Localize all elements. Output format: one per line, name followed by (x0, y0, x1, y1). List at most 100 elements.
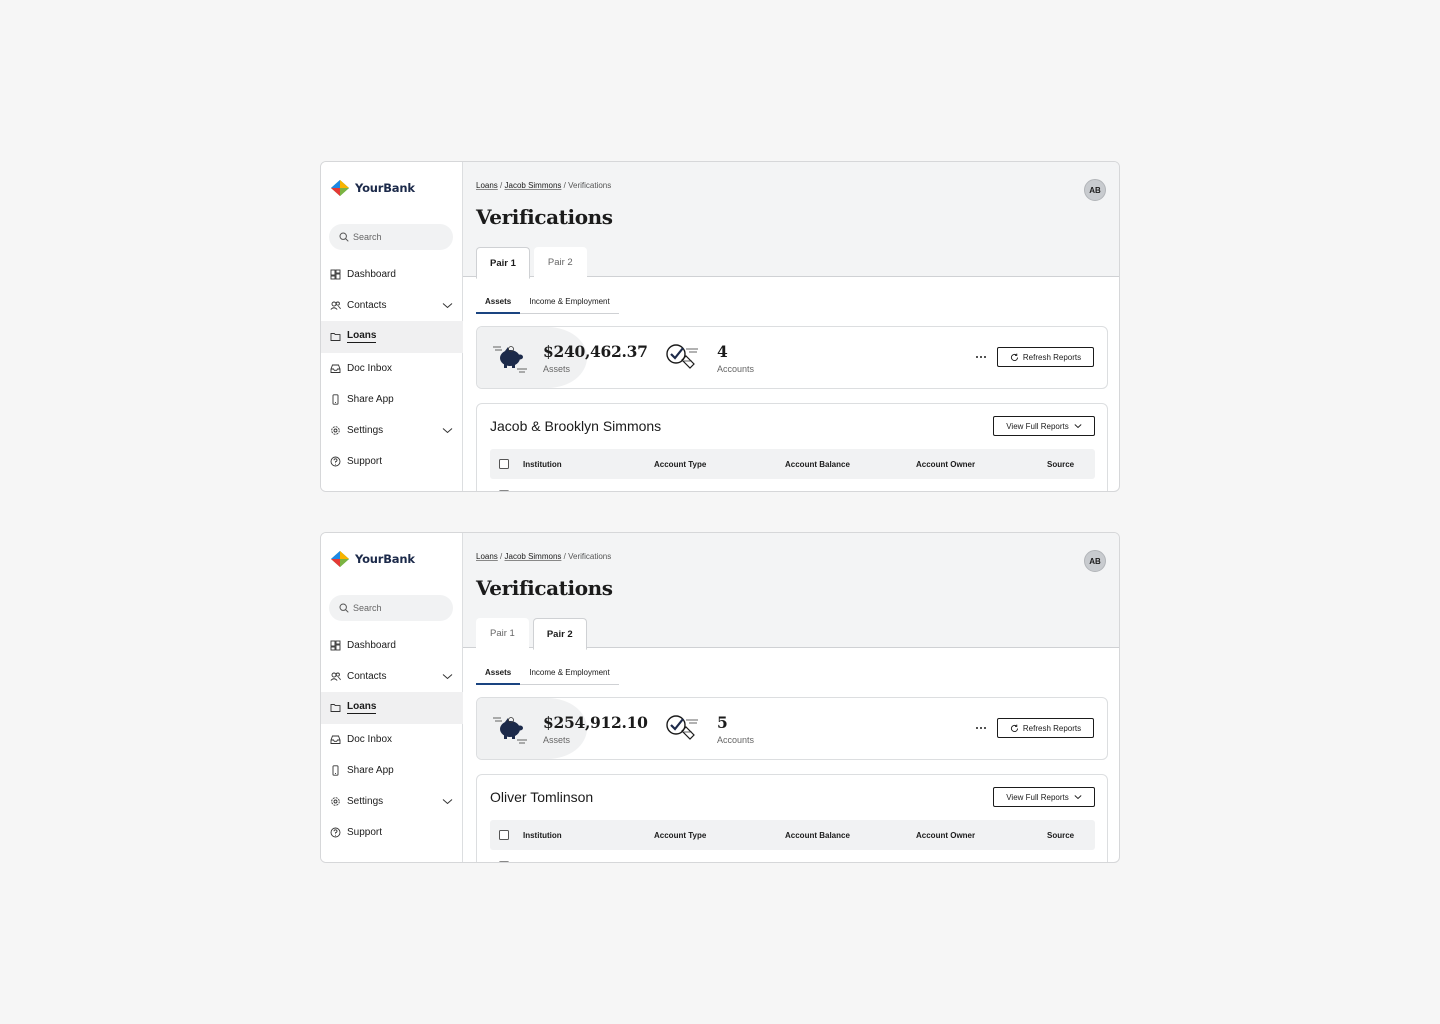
column-header-source[interactable]: Source (1047, 831, 1074, 840)
verified-accounts-icon (666, 715, 698, 740)
breadcrumb-contact-link[interactable]: Jacob Simmons (505, 181, 562, 190)
more-options-icon[interactable] (974, 351, 988, 363)
tab-pair-1[interactable]: Pair 1 (476, 247, 530, 279)
sidebar-item-label: Share App (347, 393, 394, 405)
breadcrumb-separator: / (500, 552, 503, 561)
assets-summary-card: $240,462.37 Assets 4 Accounts Refresh Re… (476, 326, 1108, 389)
table-row-placeholder (785, 862, 829, 863)
select-all-checkbox[interactable] (499, 830, 509, 840)
table-row-placeholder (654, 491, 684, 492)
page-header: Loans / Jacob Simmons / Verifications AB… (463, 533, 1119, 650)
column-header-account-owner[interactable]: Account Owner (916, 460, 975, 469)
logo[interactable]: YourBank (329, 178, 415, 198)
assets-summary-card: $254,912.10 Assets 5 Accounts Refresh Re… (476, 697, 1108, 760)
view-full-reports-label: View Full Reports (1006, 421, 1069, 431)
breadcrumb-separator: / (563, 552, 566, 561)
sidebar-item-dashboard[interactable]: Dashboard (321, 259, 463, 290)
column-header-institution[interactable]: Institution (523, 831, 562, 840)
assets-amount: $240,462.37 (543, 342, 648, 361)
sidebar-item-loans[interactable]: Loans (321, 692, 463, 724)
breadcrumb-loans-link[interactable]: Loans (476, 181, 498, 190)
brand-name: YourBank (355, 181, 415, 195)
pair-tabs: Pair 1 Pair 2 (476, 618, 591, 650)
tab-income-employment[interactable]: Income & Employment (520, 293, 618, 313)
tab-income-employment[interactable]: Income & Employment (520, 664, 618, 684)
tab-pair-2[interactable]: Pair 2 (532, 618, 587, 650)
view-full-reports-button[interactable]: View Full Reports (993, 787, 1095, 807)
table-row-placeholder (1047, 862, 1059, 863)
sidebar-item-label: Dashboard (347, 640, 396, 652)
sidebar-item-settings[interactable]: Settings (321, 786, 463, 817)
avatar[interactable]: AB (1084, 179, 1106, 201)
sidebar-item-share-app[interactable]: Share App (321, 384, 463, 415)
search-box[interactable] (329, 595, 453, 621)
search-input[interactable] (353, 603, 443, 613)
main-content: Loans / Jacob Simmons / Verifications AB… (463, 162, 1119, 491)
sidebar-item-support[interactable]: Support (321, 817, 463, 848)
owner-name: Jacob & Brooklyn Simmons (490, 418, 662, 434)
chevron-down-icon[interactable] (442, 796, 453, 807)
folder-icon (330, 331, 341, 342)
sidebar-item-doc-inbox[interactable]: Doc Inbox (321, 353, 463, 384)
logo[interactable]: YourBank (329, 549, 415, 569)
column-header-account-owner[interactable]: Account Owner (916, 831, 975, 840)
row-checkbox[interactable] (499, 490, 509, 491)
column-header-account-balance[interactable]: Account Balance (785, 831, 850, 840)
column-header-source[interactable]: Source (1047, 460, 1074, 469)
sidebar-item-loans[interactable]: Loans (321, 321, 463, 353)
table-row-placeholder (523, 491, 599, 492)
avatar[interactable]: AB (1084, 550, 1106, 572)
row-checkbox[interactable] (499, 861, 509, 862)
page-header: Loans / Jacob Simmons / Verifications AB… (463, 162, 1119, 279)
view-full-reports-button[interactable]: View Full Reports (993, 416, 1095, 436)
folder-icon (330, 702, 341, 713)
chevron-down-icon[interactable] (442, 425, 453, 436)
refresh-reports-button[interactable]: Refresh Reports (997, 347, 1094, 367)
sidebar-item-doc-inbox[interactable]: Doc Inbox (321, 724, 463, 755)
phone-icon (330, 765, 341, 776)
account-owner-card: Oliver Tomlinson View Full Reports Insti… (476, 774, 1108, 863)
table-row-placeholder (785, 491, 827, 492)
column-header-account-type[interactable]: Account Type (654, 831, 706, 840)
search-box[interactable] (329, 224, 453, 250)
search-icon (339, 232, 349, 242)
sidebar-item-contacts[interactable]: Contacts (321, 661, 463, 692)
column-header-account-type[interactable]: Account Type (654, 460, 706, 469)
sidebar-item-label: Settings (347, 796, 384, 808)
verification-subtabs: Assets Income & Employment (476, 664, 619, 685)
table-row-placeholder (654, 862, 674, 863)
accounts-table-header: Institution Account Type Account Balance… (490, 820, 1095, 850)
tab-pair-2[interactable]: Pair 2 (533, 247, 587, 278)
column-header-account-balance[interactable]: Account Balance (785, 460, 850, 469)
sidebar-item-share-app[interactable]: Share App (321, 755, 463, 786)
sidebar-item-label: Doc Inbox (347, 362, 393, 374)
chevron-down-icon (1074, 795, 1082, 800)
phone-icon (330, 394, 341, 405)
sidebar-item-dashboard[interactable]: Dashboard (321, 630, 463, 661)
account-owner-card: Jacob & Brooklyn Simmons View Full Repor… (476, 403, 1108, 492)
tab-assets[interactable]: Assets (476, 664, 521, 685)
refresh-reports-label: Refresh Reports (1022, 352, 1082, 362)
view-full-reports-label: View Full Reports (1006, 792, 1069, 802)
column-header-institution[interactable]: Institution (523, 460, 562, 469)
tab-assets[interactable]: Assets (476, 293, 521, 314)
accounts-count: 4 (717, 342, 728, 361)
chevron-down-icon[interactable] (442, 671, 453, 682)
breadcrumb-loans-link[interactable]: Loans (476, 552, 498, 561)
sidebar-item-support[interactable]: Support (321, 446, 463, 477)
sidebar-item-contacts[interactable]: Contacts (321, 290, 463, 321)
search-input[interactable] (353, 232, 443, 242)
table-row-placeholder (1047, 491, 1059, 492)
chevron-down-icon[interactable] (442, 300, 453, 311)
tab-pair-1[interactable]: Pair 1 (476, 618, 529, 649)
pair-tabs: Pair 1 Pair 2 (476, 247, 591, 279)
table-row-placeholder (523, 862, 569, 863)
breadcrumb-contact-link[interactable]: Jacob Simmons (505, 552, 562, 561)
sidebar-item-settings[interactable]: Settings (321, 415, 463, 446)
sidebar-nav: Dashboard Contacts Loans Doc Inbox Share… (321, 259, 463, 477)
more-options-icon[interactable] (974, 722, 988, 734)
app-window-pair-2: YourBank Dashboard Contacts Loans Doc In (320, 532, 1120, 863)
select-all-checkbox[interactable] (499, 459, 509, 469)
refresh-reports-button[interactable]: Refresh Reports (997, 718, 1094, 738)
dashboard-icon (330, 640, 341, 651)
